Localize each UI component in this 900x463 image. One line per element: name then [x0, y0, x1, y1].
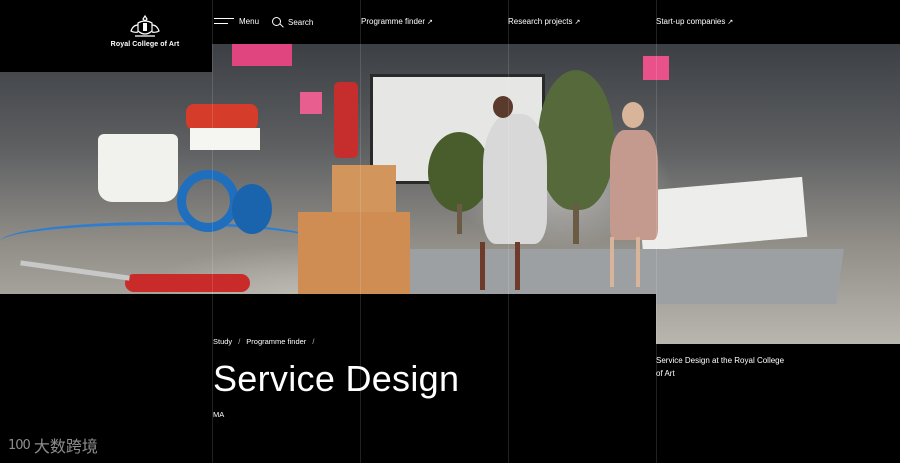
figure-legs: [610, 237, 640, 287]
grid-line: [656, 0, 657, 463]
mug: [98, 134, 178, 202]
figure-head: [493, 96, 513, 118]
search-label: Search: [288, 18, 314, 27]
breadcrumb-separator: /: [312, 337, 315, 346]
scissors-blade: [20, 260, 130, 281]
nav-link-research-projects[interactable]: Research projects ↗: [508, 17, 580, 26]
nav-link-label: Start-up companies: [656, 17, 726, 26]
figure-head: [622, 102, 644, 128]
headphones: [177, 170, 239, 232]
watermark-mark: 100: [8, 437, 31, 453]
tree-trunk: [573, 204, 579, 244]
figure-legs: [480, 242, 520, 290]
menu-label: Menu: [239, 17, 260, 26]
cardboard-box: [332, 165, 396, 217]
figure-cutout: [483, 114, 547, 244]
site-logo[interactable]: Royal College of Art: [100, 14, 190, 48]
watermark: 100 大数跨境: [8, 433, 98, 457]
nav-link-programme-finder[interactable]: Programme finder ↗: [361, 17, 433, 26]
bottle: [334, 82, 358, 158]
tree-cutout: [428, 132, 490, 212]
cardboard-box: [298, 212, 410, 294]
headphones: [232, 184, 272, 234]
external-arrow-icon: ↗: [574, 18, 581, 26]
paper-sheet: [637, 176, 808, 252]
watermark-text: 大数跨境: [33, 437, 98, 456]
tree-cutout: [538, 70, 614, 210]
hamburger-icon: [214, 17, 234, 26]
nav-link-label: Programme finder: [361, 17, 426, 26]
external-arrow-icon: ↗: [727, 18, 734, 26]
logo-text: Royal College of Art: [110, 41, 180, 48]
hero-caption: Service Design at the Royal College of A…: [656, 356, 785, 378]
breadcrumb-separator: /: [238, 337, 241, 346]
tape-spool: [190, 128, 260, 150]
breadcrumb: Study / Programme finder /: [213, 337, 314, 346]
tape-spool: [186, 104, 258, 130]
external-arrow-icon: ↗: [427, 18, 433, 26]
sticky-note: [232, 44, 292, 66]
cable: [0, 222, 320, 262]
breadcrumb-programme-finder[interactable]: Programme finder: [246, 337, 306, 346]
grid-line: [508, 0, 509, 463]
search-button[interactable]: Search: [272, 17, 313, 28]
degree-label: MA: [213, 410, 225, 419]
crest-icon: [130, 14, 160, 37]
sticky-note: [300, 92, 322, 114]
menu-button[interactable]: Menu: [214, 17, 259, 26]
breadcrumb-study[interactable]: Study: [213, 337, 232, 346]
nav-link-start-up-companies[interactable]: Start-up companies ↗: [656, 17, 733, 26]
figure-cutout: [610, 130, 658, 240]
scissors: [125, 274, 250, 292]
nav-link-label: Research projects: [508, 17, 573, 26]
search-icon: [272, 17, 284, 28]
tree-trunk: [457, 204, 462, 234]
page-title: Service Design: [213, 358, 460, 399]
